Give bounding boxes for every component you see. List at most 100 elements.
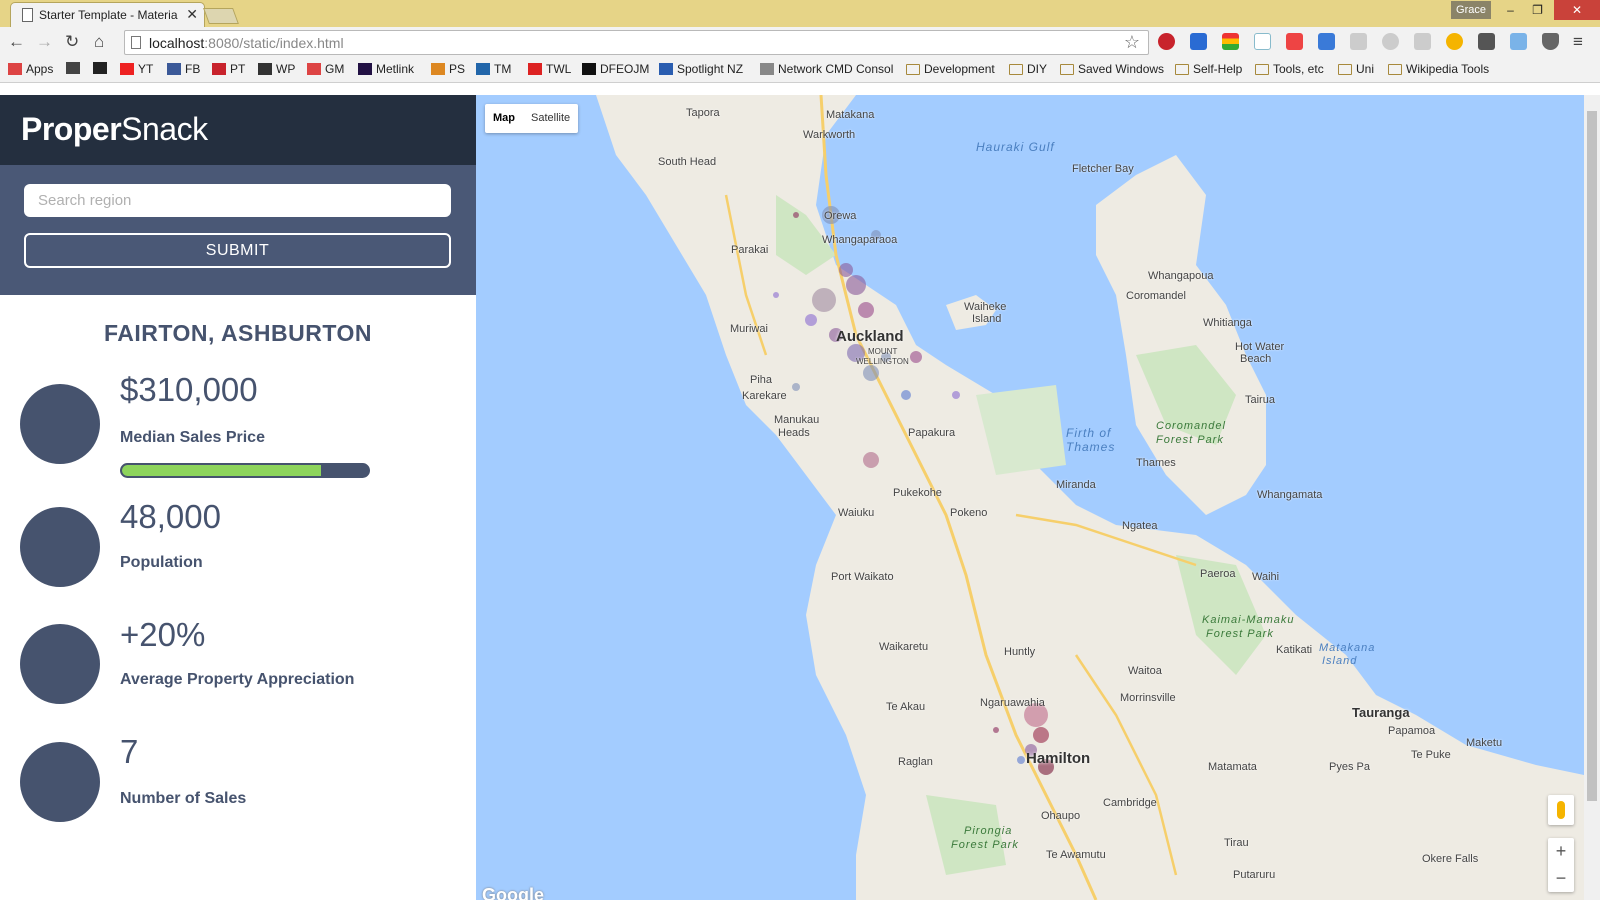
submit-button[interactable]: SUBMIT xyxy=(24,233,451,268)
tab-close-icon[interactable]: ✕ xyxy=(186,6,198,23)
bookmark-item[interactable]: DFEOJM xyxy=(582,62,649,76)
search-input[interactable] xyxy=(24,184,451,217)
extension-icon[interactable] xyxy=(1382,33,1399,50)
extension-icon[interactable] xyxy=(1254,33,1271,50)
sale-marker[interactable] xyxy=(793,212,799,218)
bookmark-item[interactable]: PS xyxy=(431,62,465,76)
zoom-out-button[interactable]: − xyxy=(1548,865,1574,892)
home-icon[interactable]: ⌂ xyxy=(94,32,104,52)
bookmark-item[interactable]: Metlink xyxy=(358,62,414,76)
bookmark-label: Network CMD Consol xyxy=(778,62,894,76)
sale-marker[interactable] xyxy=(863,365,879,381)
sale-marker[interactable] xyxy=(773,292,779,298)
map-label: Pirongia xyxy=(964,825,1013,837)
stat-icon xyxy=(20,384,100,464)
page-scrollbar[interactable] xyxy=(1584,95,1600,900)
bookmark-item[interactable]: Uni xyxy=(1338,62,1374,76)
bookmark-item[interactable]: Development xyxy=(906,62,995,76)
bookmark-label: Saved Windows xyxy=(1078,62,1165,76)
stat-icon xyxy=(20,624,100,704)
new-tab-button[interactable] xyxy=(203,8,239,24)
brand-logo[interactable]: ProperSnack xyxy=(21,111,208,148)
sale-marker[interactable] xyxy=(805,314,817,326)
extension-icon[interactable] xyxy=(1222,33,1239,50)
profile-button[interactable]: Grace xyxy=(1451,1,1491,19)
zoom-in-button[interactable]: + xyxy=(1548,838,1574,865)
stat-label: Population xyxy=(120,554,203,571)
window-close-icon[interactable]: ✕ xyxy=(1554,0,1600,20)
bookmark-item[interactable]: Apps xyxy=(8,62,53,76)
address-bar[interactable]: localhost:8080/static/index.html ☆ xyxy=(124,30,1149,55)
bookmark-label: PS xyxy=(449,62,466,76)
extension-icon[interactable] xyxy=(1286,33,1303,50)
bookmark-item[interactable]: WP xyxy=(258,62,295,76)
extension-icon[interactable] xyxy=(1190,33,1207,50)
reload-icon[interactable]: ↻ xyxy=(65,32,79,52)
bookmark-item[interactable] xyxy=(93,62,111,74)
bookmark-item[interactable]: TWL xyxy=(528,62,571,76)
menu-icon[interactable]: ≡ xyxy=(1573,32,1583,52)
map-type-control: Map Satellite xyxy=(485,104,579,133)
sale-marker[interactable] xyxy=(792,383,800,391)
map-label: Coromandel xyxy=(1156,420,1226,432)
bookmark-item[interactable]: FB xyxy=(167,62,200,76)
bookmark-icon xyxy=(476,63,490,75)
sale-marker[interactable] xyxy=(901,390,911,400)
extension-icon[interactable] xyxy=(1478,33,1495,50)
land-mainland xyxy=(596,95,1584,900)
map-type-satellite[interactable]: Satellite xyxy=(523,104,578,133)
extension-icon[interactable] xyxy=(1510,33,1527,50)
pinterest-extension-icon[interactable] xyxy=(1158,33,1175,50)
bookmark-star-icon[interactable]: ☆ xyxy=(1124,32,1140,53)
bookmark-item[interactable]: Spotlight NZ xyxy=(659,62,743,76)
sale-marker[interactable] xyxy=(846,275,866,295)
bookmark-item[interactable] xyxy=(66,62,84,74)
sale-marker[interactable] xyxy=(839,263,853,277)
restore-icon[interactable]: ❐ xyxy=(1524,0,1551,20)
map-label: Island xyxy=(1322,655,1358,667)
land-coromandel xyxy=(1096,155,1266,515)
back-icon[interactable]: ← xyxy=(8,32,25,52)
browser-tab[interactable]: Starter Template - Materia ✕ xyxy=(10,2,205,27)
extension-icon[interactable] xyxy=(1318,33,1335,50)
sale-marker[interactable] xyxy=(858,302,874,318)
bookmark-label: GM xyxy=(325,62,345,76)
scrollbar-thumb[interactable] xyxy=(1587,111,1597,801)
map-label: Waiheke xyxy=(964,301,1007,313)
map-label: Raglan xyxy=(898,756,933,768)
bookmark-item[interactable]: GM xyxy=(307,62,344,76)
bookmark-item[interactable]: Self-Help xyxy=(1175,62,1242,76)
bookmark-item[interactable]: DIY xyxy=(1009,62,1047,76)
ublock-icon[interactable] xyxy=(1542,33,1559,50)
sale-marker[interactable] xyxy=(910,351,922,363)
map-label: Island xyxy=(972,313,1002,325)
sale-marker[interactable] xyxy=(952,391,960,399)
sale-marker[interactable] xyxy=(1033,727,1049,743)
map-label: Warkworth xyxy=(803,129,856,141)
sale-marker[interactable] xyxy=(993,727,999,733)
map-view[interactable]: Map Satellite Hauraki Gulf Firth of Tham… xyxy=(476,95,1600,900)
map-type-map[interactable]: Map xyxy=(485,104,523,133)
forward-icon[interactable]: → xyxy=(36,32,53,52)
bookmark-item[interactable]: Tools, etc xyxy=(1255,62,1324,76)
map-label: Orewa xyxy=(824,210,857,222)
bookmark-item[interactable]: YT xyxy=(120,62,153,76)
bookmark-item[interactable]: TM xyxy=(476,62,511,76)
extension-icon[interactable] xyxy=(1446,33,1463,50)
stat-value: +20% xyxy=(120,616,206,653)
sale-marker[interactable] xyxy=(863,452,879,468)
bookmark-item[interactable]: PT xyxy=(212,62,245,76)
bookmark-label: Self-Help xyxy=(1193,62,1243,76)
extension-icon[interactable] xyxy=(1350,33,1367,50)
map-label: Ngaruawahia xyxy=(980,697,1045,709)
sale-marker[interactable] xyxy=(812,288,836,312)
minimize-icon[interactable]: – xyxy=(1497,0,1524,20)
bookmark-item[interactable]: Network CMD Consol xyxy=(760,62,893,76)
extension-icon[interactable] xyxy=(1414,33,1431,50)
bookmark-item[interactable]: Saved Windows xyxy=(1060,62,1164,76)
sale-marker[interactable] xyxy=(1017,756,1025,764)
street-view-pegman[interactable] xyxy=(1548,795,1574,825)
bookmark-item[interactable]: Wikipedia Tools xyxy=(1388,62,1489,76)
map-label: Maketu xyxy=(1466,737,1503,749)
progress-fill xyxy=(122,465,322,476)
